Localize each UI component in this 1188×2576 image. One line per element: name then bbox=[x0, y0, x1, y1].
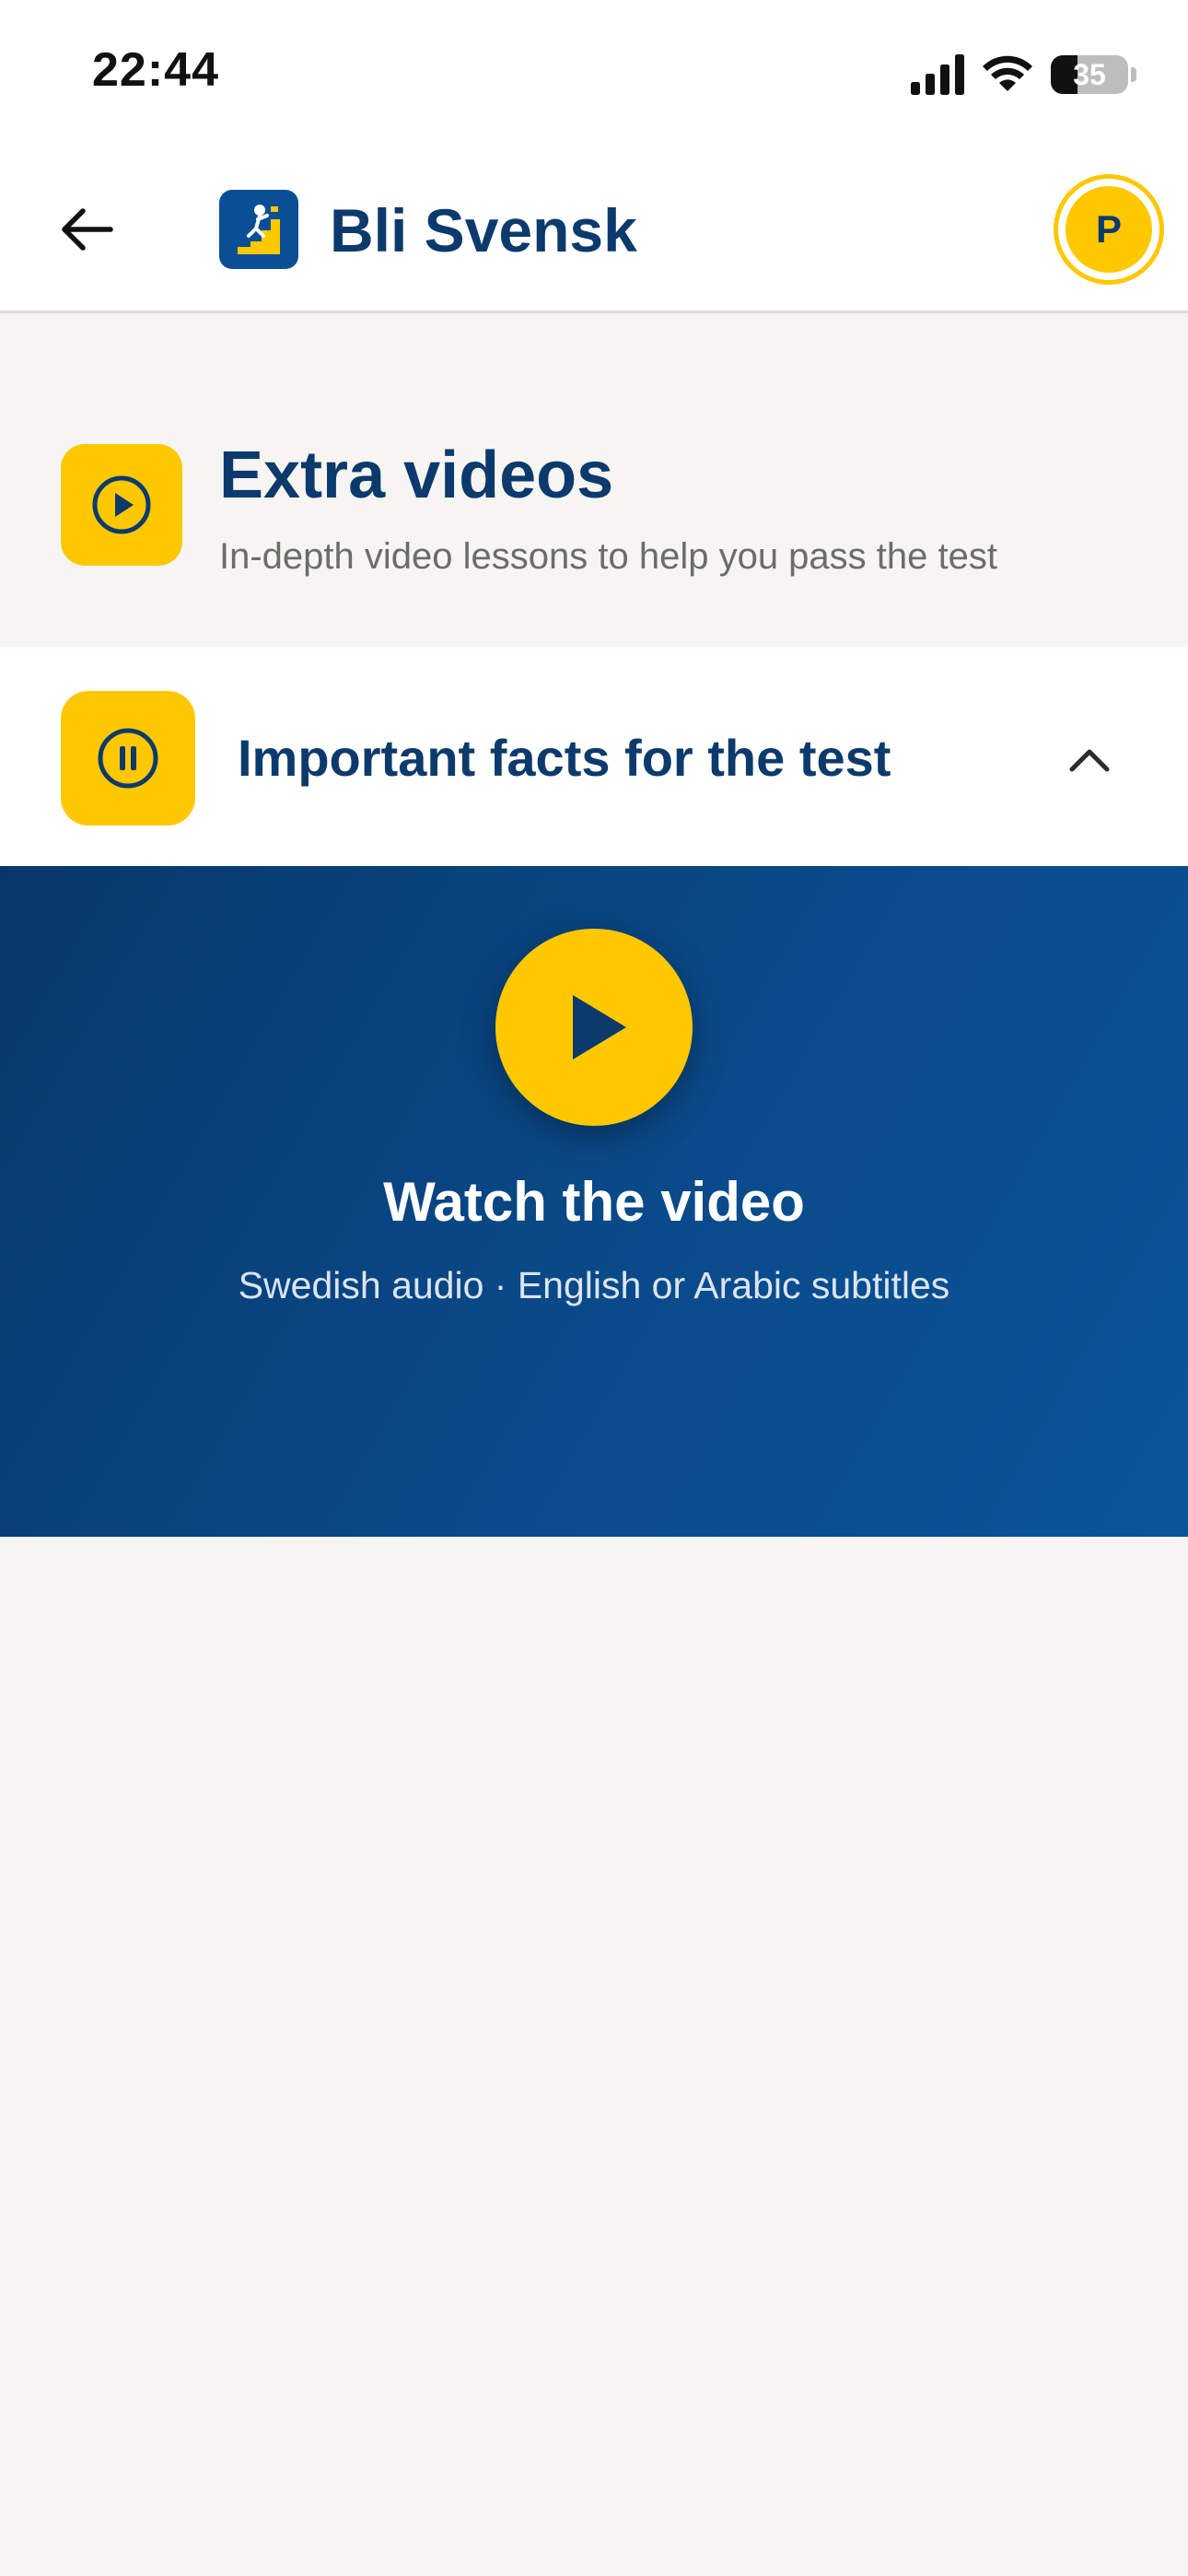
play-video-button[interactable] bbox=[495, 929, 693, 1126]
app-title: Bli Svensk bbox=[330, 196, 637, 264]
cellular-signal-icon bbox=[911, 54, 964, 95]
staircase-climber-icon bbox=[238, 205, 280, 254]
play-circle-icon bbox=[92, 475, 151, 534]
section-header: Extra videos In-depth video lessons to h… bbox=[0, 313, 1188, 647]
chevron-up-icon bbox=[1069, 749, 1110, 772]
section-icon-tile bbox=[61, 444, 182, 566]
play-icon bbox=[573, 995, 626, 1060]
video-subtitle: Swedish audio · English or Arabic subtit… bbox=[238, 1264, 950, 1306]
accordion-title: Important facts for the test bbox=[238, 729, 891, 787]
app-header: Bli Svensk P bbox=[0, 152, 1188, 313]
status-bar: 22:44 35 bbox=[0, 0, 1188, 152]
video-player[interactable]: Watch the video Swedish audio · English … bbox=[0, 866, 1188, 1537]
video-title: Watch the video bbox=[383, 1171, 805, 1233]
back-button[interactable] bbox=[48, 191, 125, 268]
section-subtitle: In-depth video lessons to help you pass … bbox=[219, 536, 997, 577]
wifi-icon bbox=[983, 55, 1032, 91]
arrow-left-icon bbox=[62, 208, 113, 251]
status-icons: 35 bbox=[911, 52, 1136, 98]
battery-tip bbox=[1131, 67, 1136, 82]
app-logo bbox=[219, 190, 298, 269]
accordion-icon-tile bbox=[61, 691, 195, 825]
section-title: Extra videos bbox=[219, 439, 614, 512]
battery-indicator: 35 bbox=[1051, 55, 1128, 94]
profile-avatar[interactable]: P bbox=[1054, 174, 1164, 285]
status-time: 22:44 bbox=[92, 43, 219, 97]
accordion-header-important-facts[interactable]: Important facts for the test bbox=[0, 647, 1188, 866]
avatar-initial: P bbox=[1066, 186, 1152, 273]
collapse-toggle[interactable] bbox=[1059, 732, 1120, 787]
pause-circle-icon bbox=[98, 728, 158, 789]
battery-level: 35 bbox=[1073, 57, 1106, 91]
